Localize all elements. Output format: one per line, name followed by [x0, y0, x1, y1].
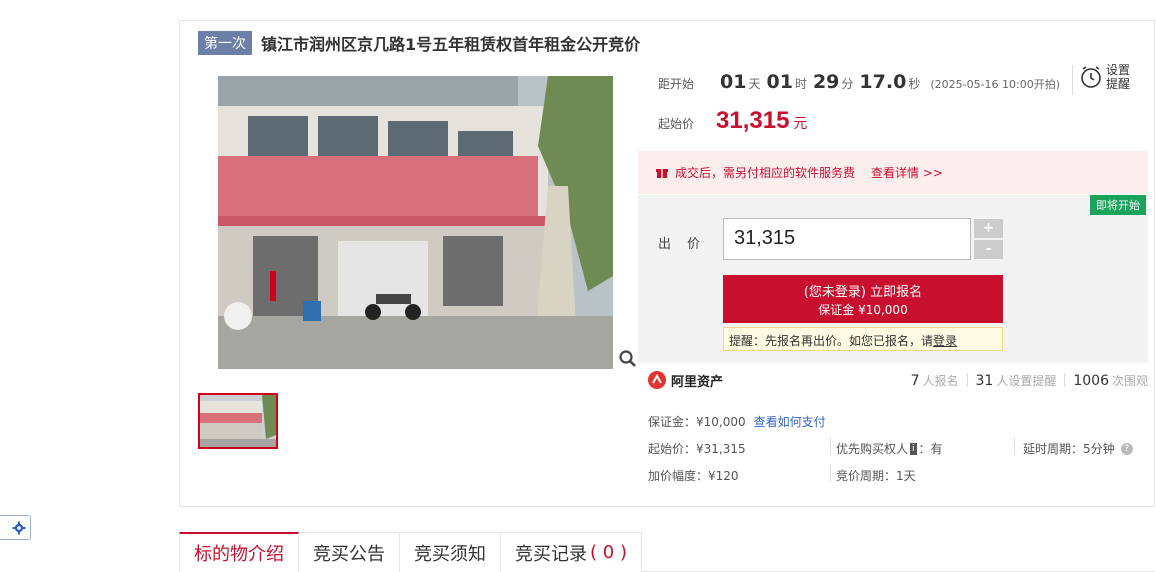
title-row: 第一次 镇江市润州区京几路1号五年租赁权首年租金公开竞价: [198, 31, 640, 55]
auction-title: 镇江市润州区京几路1号五年租赁权首年租金公开竞价: [261, 35, 641, 54]
brand-name: 阿里资产: [671, 374, 724, 390]
signed-label: 人报名: [922, 373, 959, 388]
countdown-minutes: 29: [812, 71, 840, 93]
deposit-payment-link[interactable]: 查看如何支付: [754, 413, 826, 430]
priority-value: ：有: [918, 442, 943, 456]
tab-announcement[interactable]: 竞买公告: [299, 532, 400, 572]
increment-row: 加价幅度：¥120: [648, 467, 739, 484]
countdown-hours-unit: 时: [794, 77, 807, 91]
bid-amount-input[interactable]: 31,315: [723, 218, 971, 260]
gear-icon[interactable]: [12, 521, 26, 535]
start-price-value: 31,315: [716, 107, 790, 134]
start-price-row: 起始价 31,315 元: [658, 107, 807, 135]
building-photo: [218, 76, 613, 369]
tab-label: 竞买须知: [414, 543, 486, 565]
signup-deposit: 保证金 ¥10,000: [818, 303, 908, 317]
signup-button[interactable]: (您未登录) 立即报名 保证金 ¥10,000: [723, 275, 1003, 323]
tab-bid-records[interactable]: 竞买记录 ( 0 ): [501, 532, 642, 572]
paren-close: ): [619, 542, 627, 563]
signup-label: (您未登录) 立即报名: [803, 285, 923, 300]
tab-label: 竞买记录: [515, 543, 587, 565]
auction-panel: 第一次 镇江市润州区京几路1号五年租赁权首年租金公开竞价 距开始 01 天 01…: [179, 20, 1155, 507]
counts: 7 人报名 31 人设置提醒 1006 次围观: [911, 372, 1148, 389]
reminder-count-label: 人设置提醒: [996, 373, 1057, 388]
notice-text: 成交后，需另付相应的软件服务费: [675, 166, 856, 180]
delay-row: 延时周期：5分钟 ?: [1023, 440, 1133, 457]
tab-label: 标的物介绍: [194, 544, 284, 565]
floating-toolbar[interactable]: [0, 515, 31, 540]
countdown-seconds: 17.0: [859, 71, 907, 93]
paren-open: (: [590, 542, 598, 563]
login-link[interactable]: 登录: [933, 334, 957, 348]
divider: [966, 373, 968, 387]
set-reminder-button[interactable]: 设置提醒: [1072, 63, 1132, 95]
zoom-icon[interactable]: [618, 349, 638, 369]
divider: [1064, 373, 1066, 387]
service-fee-notice: 成交后，需另付相应的软件服务费 查看详情 >>: [638, 151, 1148, 194]
stats-row: 阿里资产 7 人报名 31 人设置提醒 1006 次围观: [648, 368, 1148, 392]
countdown-minutes-unit: 分: [841, 77, 854, 91]
divider: [830, 437, 831, 455]
start-time: (2025-05-16 10:00开拍): [930, 78, 1061, 91]
tab-item-intro[interactable]: 标的物介绍: [179, 532, 299, 572]
gift-icon: [656, 168, 668, 178]
ali-asset-logo-icon: [648, 371, 666, 389]
decrease-bid-button[interactable]: -: [974, 240, 1003, 259]
bid-cycle: 竞价周期：1天: [836, 469, 916, 483]
increment: 加价幅度：¥120: [648, 469, 739, 483]
countdown-label: 距开始: [658, 77, 695, 91]
countdown-seconds-unit: 秒: [908, 77, 921, 91]
warning-text: 提醒：先报名再出价。如您已报名，请: [729, 334, 934, 348]
views-count: 1006: [1073, 372, 1109, 389]
round-badge: 第一次: [198, 31, 252, 55]
signed-count: 7: [910, 372, 920, 389]
priority-label: 优先购买权人: [836, 442, 909, 456]
bid-label: 出 价: [658, 237, 707, 252]
login-warning: 提醒：先报名再出价。如您已报名，请登录: [723, 327, 1003, 351]
record-count: 0: [602, 542, 615, 563]
start-price-text: 起始价：¥31,315: [648, 442, 746, 456]
cycle-row: 竞价周期：1天: [836, 467, 916, 484]
delay-period: 延时周期：5分钟: [1023, 442, 1115, 456]
reminder-label: 设置提醒: [1106, 63, 1131, 91]
photo-thumbnail[interactable]: [198, 393, 278, 449]
divider: [830, 464, 831, 482]
detail-tabs: 标的物介绍 竞买公告 竞买须知 竞买记录 ( 0 ): [179, 532, 1155, 572]
start-price-unit: 元: [793, 116, 808, 132]
priority-row: 优先购买权人 i ：有: [836, 440, 943, 457]
countdown-hours: 01: [766, 71, 793, 93]
notice-details-link[interactable]: 查看详情 >>: [871, 164, 943, 181]
reminder-count: 31: [975, 372, 994, 389]
start-price-info: 起始价：¥31,315: [648, 440, 746, 457]
countdown-days-unit: 天: [748, 77, 761, 91]
help-icon[interactable]: ?: [1120, 442, 1133, 455]
reminder-divider: [1072, 65, 1073, 95]
tab-label: 竞买公告: [313, 543, 385, 565]
alarm-clock-icon: [1081, 66, 1101, 88]
bid-record-count: ( 0 ): [590, 542, 627, 563]
start-price-label: 起始价: [658, 117, 695, 131]
status-badge: 即将开始: [1090, 195, 1146, 215]
deposit-row: 保证金：¥10,000 查看如何支付: [648, 413, 826, 430]
tab-notice[interactable]: 竞买须知: [400, 532, 501, 572]
priority-info-icon[interactable]: i: [910, 442, 917, 455]
main-photo[interactable]: [218, 76, 613, 369]
brand: 阿里资产: [648, 371, 723, 390]
countdown: 距开始 01 天 01 时 29 分 17.0 秒 (2025-05-16 10…: [658, 71, 1060, 93]
views-label: 次围观: [1111, 373, 1148, 388]
increase-bid-button[interactable]: +: [974, 219, 1003, 238]
bid-box: 即将开始 出 价 31,315 + - (您未登录) 立即报名 保证金 ¥10,…: [638, 195, 1148, 363]
deposit: 保证金：¥10,000: [648, 415, 746, 429]
countdown-days: 01: [720, 71, 747, 93]
divider: [1014, 437, 1015, 455]
